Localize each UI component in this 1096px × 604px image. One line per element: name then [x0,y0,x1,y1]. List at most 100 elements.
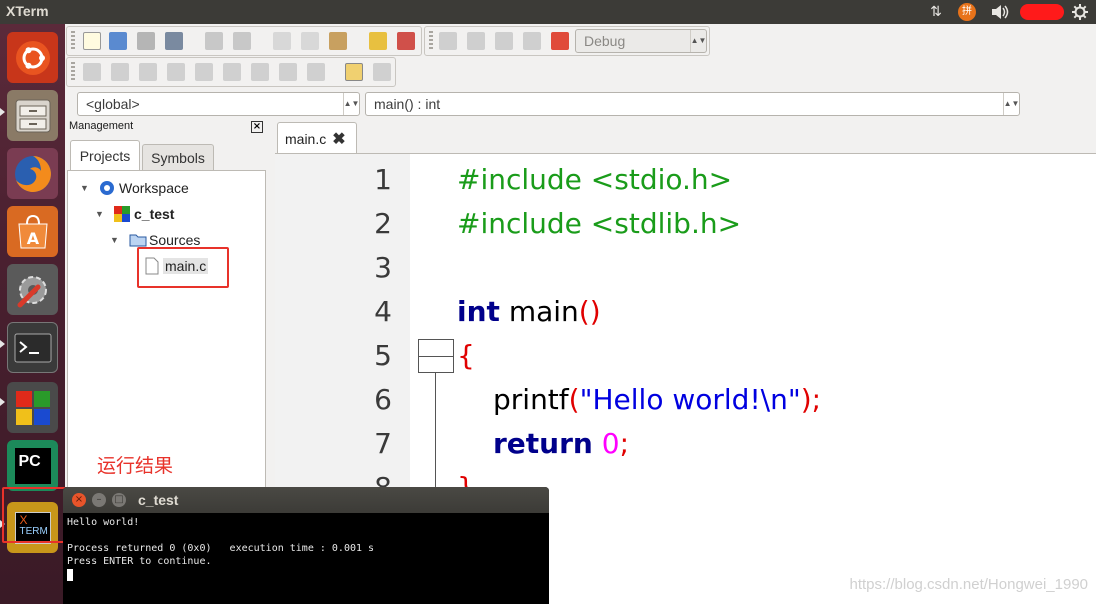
tree-item-project[interactable]: ▼ c_test [95,204,174,224]
launcher-dash-button[interactable] [7,32,58,83]
ubuntu-logo-icon [15,40,50,75]
toolbar-grip[interactable] [71,31,75,51]
scope-select[interactable]: <global> ▲▼ [77,92,360,116]
editor-tab-label: main.c [285,130,327,147]
file-cabinet-icon [15,99,50,132]
terminal-title: c_test [138,492,179,508]
debug-continue-icon[interactable] [83,63,101,81]
launcher-system-settings-button[interactable] [7,264,58,315]
abort-icon[interactable] [551,32,569,50]
chevron-updown-icon: ▲▼ [1003,93,1019,115]
network-icon[interactable]: ⇅ [926,2,946,22]
code-line-7: return 0; [493,422,629,466]
redo-icon[interactable] [233,32,251,50]
code-function-call: printf [493,383,569,416]
chevron-updown-icon: ▲▼ [343,93,359,115]
step-into-icon[interactable] [167,63,185,81]
stop-debug-icon[interactable] [307,63,325,81]
management-panel-title: Management [69,120,134,132]
next-instruction-icon[interactable] [223,63,241,81]
build-and-run-icon[interactable] [495,32,513,50]
tab-symbols[interactable]: Symbols [142,144,214,170]
tree-item-project-label: c_test [134,206,175,222]
code-function-name: main [499,295,579,328]
save-icon[interactable] [137,32,155,50]
launcher-software-center-button[interactable]: A [7,206,58,257]
terminal-window[interactable]: × – □ c_test Hello world! Process return… [63,487,549,604]
code-keyword: int [457,295,500,328]
line-number: 6 [374,383,392,416]
minimize-window-icon[interactable]: – [92,493,106,507]
code-line-6: printf("Hello world!\n"); [493,378,821,422]
function-value: main() : int [374,96,441,112]
terminal-titlebar[interactable]: × – □ c_test [63,487,549,513]
step-into-instruction-icon[interactable] [251,63,269,81]
line-number: 4 [374,295,392,328]
terminal-output-line: Process returned 0 (0x0) execution time … [67,543,375,554]
find-icon[interactable] [369,32,387,50]
code-paren: ); [800,383,822,416]
step-out-icon[interactable] [195,63,213,81]
copy-icon[interactable] [301,32,319,50]
next-line-icon[interactable] [139,63,157,81]
launcher-codeblocks-button[interactable] [7,382,58,433]
tab-symbols-label: Symbols [151,149,205,166]
pycharm-icon: PC [14,447,51,484]
editor-tab-main-c[interactable]: main.c ✖ [277,122,357,154]
tree-item-workspace[interactable]: ▼ Workspace [80,178,189,198]
keyboard-input-icon[interactable]: 拼 [957,2,977,22]
close-window-icon[interactable]: × [72,493,86,507]
code-line-4: int main() [457,290,601,334]
volume-icon[interactable] [988,2,1012,22]
input-method-label: 拼 [958,3,976,21]
code-line-5: { [457,339,475,372]
close-panel-icon[interactable]: × [251,121,263,133]
debug-toolbar [66,57,396,87]
shopping-bag-icon: A [17,214,48,248]
pause-icon[interactable] [279,63,297,81]
toolbar-grip[interactable] [429,31,433,51]
power-gear-icon[interactable] [1070,2,1090,22]
top-panel: XTerm ⇅ 拼 [0,0,1096,24]
code-semicolon: ; [619,427,630,460]
launcher-terminal-button[interactable] [7,322,58,373]
maximize-window-icon[interactable]: □ [112,493,126,507]
fold-marker[interactable] [418,339,454,373]
terminal-cursor [67,569,73,581]
cut-icon[interactable] [273,32,291,50]
various-info-icon[interactable] [373,63,391,81]
run-to-cursor-icon[interactable] [111,63,129,81]
rebuild-icon[interactable] [523,32,541,50]
line-number: 3 [374,251,392,284]
code-string: "Hello world!\n" [579,383,801,416]
undo-icon[interactable] [205,32,223,50]
new-file-icon[interactable] [83,32,101,50]
debug-windows-icon[interactable] [345,63,363,81]
project-blocks-icon [114,206,130,222]
firefox-icon [14,155,51,192]
toolbar-grip[interactable] [71,62,75,82]
launcher-files-button[interactable] [7,90,58,141]
replace-icon[interactable] [397,32,415,50]
launcher-firefox-button[interactable] [7,148,58,199]
paste-icon[interactable] [329,32,347,50]
build-toolbar: Debug ▲▼ [424,26,710,56]
code-line-2: #include <stdlib.h> [457,207,742,240]
scope-value: <global> [86,96,140,112]
code-line-1: #include <stdio.h> [457,163,733,196]
open-folder-icon[interactable] [109,32,127,50]
tab-projects[interactable]: Projects [70,140,140,171]
function-select[interactable]: main() : int ▲▼ [365,92,1020,116]
close-tab-icon[interactable]: ✖ [332,129,345,149]
line-number: 1 [374,163,392,196]
build-target-value: Debug [584,33,626,49]
build-gear-icon[interactable] [439,32,457,50]
build-target-select[interactable]: Debug ▲▼ [575,29,707,53]
tree-item-workspace-label: Workspace [119,180,189,196]
terminal-icon [14,333,51,362]
launcher-pycharm-button[interactable]: PC [7,440,58,491]
terminal-output-line: Hello world! [67,517,140,528]
save-all-icon[interactable] [165,32,183,50]
expanded-arrow-icon: ▼ [110,235,119,245]
run-icon[interactable] [467,32,485,50]
